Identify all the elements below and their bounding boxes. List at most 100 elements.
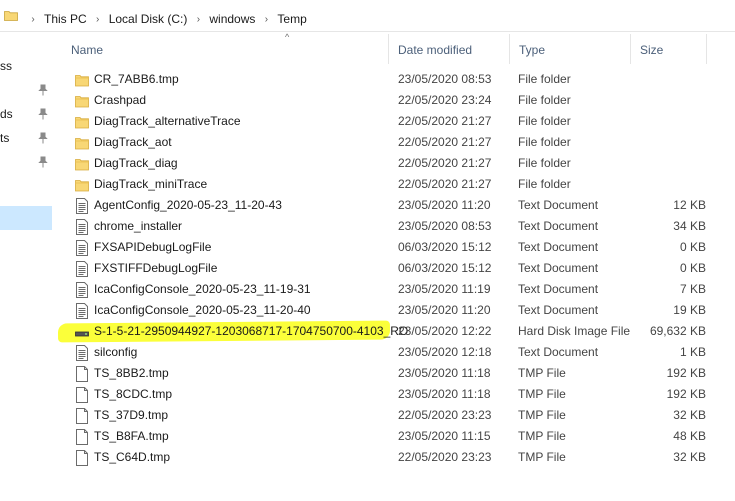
folder-icon xyxy=(75,135,89,151)
file-row[interactable]: CR_7ABB6.tmp 23/05/2020 08:53 File folder xyxy=(62,69,735,90)
breadcrumb-windows[interactable]: windows xyxy=(203,12,261,26)
file-size xyxy=(638,90,706,111)
file-row[interactable]: TS_B8FA.tmp 23/05/2020 11:15 TMP File 48 KB xyxy=(62,426,735,447)
file-size: 48 KB xyxy=(673,429,706,443)
nav-item[interactable]: ts xyxy=(0,131,9,145)
column-header-row: ^ Name Date modified Type Size xyxy=(62,32,735,64)
file-date-modified: 23/05/2020 08:53 xyxy=(398,219,492,233)
file-date-modified: 23/05/2020 11:19 xyxy=(398,282,491,296)
file-date-modified: 23/05/2020 11:20 xyxy=(398,198,491,212)
file-date-modified: 06/03/2020 15:12 xyxy=(398,240,492,254)
file-type: Text Document xyxy=(518,219,599,233)
pin-icon[interactable] xyxy=(38,84,48,96)
blank-file-icon xyxy=(75,366,89,382)
blank-file-icon xyxy=(75,429,89,445)
file-size: 192 KB xyxy=(666,387,706,401)
file-row[interactable]: chrome_installer 23/05/2020 08:53 Text Doc… xyxy=(62,216,735,237)
file-row[interactable]: TS_8CDC.tmp 23/05/2020 11:18 TMP File 192 K… xyxy=(62,384,735,405)
file-type: TMP File xyxy=(518,387,566,401)
file-row[interactable]: FXSAPIDebugLogFile 06/03/2020 15:12 Text D… xyxy=(62,237,735,258)
file-row[interactable]: DiagTrack_aot 22/05/2020 21:27 File folder xyxy=(62,132,735,153)
file-date-modified: 22/05/2020 21:27 xyxy=(398,114,492,128)
file-name: silconfig xyxy=(94,345,138,359)
file-name: DiagTrack_aot xyxy=(94,135,172,149)
file-type: Text Document xyxy=(518,198,599,212)
file-size xyxy=(638,153,706,174)
column-header-size[interactable]: Size xyxy=(631,32,706,64)
column-divider[interactable] xyxy=(706,34,707,64)
file-name: IcaConfigConsole_2020-05-23_11-19-31 xyxy=(94,282,311,296)
file-date-modified: 22/05/2020 21:27 xyxy=(398,156,492,170)
file-row[interactable]: silconfig 23/05/2020 12:18 Text Document 1 … xyxy=(62,342,735,363)
nav-item[interactable]: ds xyxy=(0,107,13,121)
file-row[interactable]: DiagTrack_miniTrace 22/05/2020 21:27 File … xyxy=(62,174,735,195)
file-name: AgentConfig_2020-05-23_11-20-43 xyxy=(94,198,282,212)
file-row[interactable]: FXSTIFFDebugLogFile 06/03/2020 15:12 Text … xyxy=(62,258,735,279)
nav-item-selected[interactable] xyxy=(0,206,52,230)
text-document-icon xyxy=(75,198,89,214)
pin-icon[interactable] xyxy=(38,108,48,120)
file-type: Text Document xyxy=(518,282,599,296)
text-document-icon xyxy=(75,282,89,298)
file-size xyxy=(638,132,706,153)
file-type: File folder xyxy=(518,156,571,170)
folder-icon xyxy=(4,11,18,21)
pin-icon[interactable] xyxy=(38,156,48,168)
address-bar[interactable]: › This PC › Local Disk (C:) › windows › … xyxy=(0,6,735,32)
file-name: Crashpad xyxy=(94,93,147,107)
file-size: 19 KB xyxy=(673,303,706,317)
file-size: 12 KB xyxy=(673,198,706,212)
file-date-modified: 23/05/2020 11:20 xyxy=(398,303,491,317)
file-row[interactable]: TS_37D9.tmp 22/05/2020 23:23 TMP File 32 KB xyxy=(62,405,735,426)
file-row[interactable]: IcaConfigConsole_2020-05-23_11-19-31 23/0… xyxy=(62,279,735,300)
file-date-modified: 22/05/2020 23:24 xyxy=(398,93,492,107)
file-name: FXSAPIDebugLogFile xyxy=(94,240,212,254)
file-name: TS_37D9.tmp xyxy=(94,408,169,422)
file-size xyxy=(638,111,706,132)
file-date-modified: 06/03/2020 15:12 xyxy=(398,261,492,275)
file-date-modified: 23/05/2020 08:53 xyxy=(398,72,492,86)
file-type: File folder xyxy=(518,177,571,191)
column-header-type[interactable]: Type xyxy=(510,32,630,64)
file-name: DiagTrack_miniTrace xyxy=(94,177,208,191)
blank-file-icon xyxy=(75,408,89,424)
file-name: DiagTrack_alternativeTrace xyxy=(94,114,241,128)
nav-item[interactable]: ss xyxy=(0,59,12,73)
file-name: chrome_installer xyxy=(94,219,183,233)
file-type: Text Document xyxy=(518,303,599,317)
file-type: Text Document xyxy=(518,240,599,254)
file-row[interactable]: TS_C64D.tmp 22/05/2020 23:23 TMP File 32 KB xyxy=(62,447,735,468)
file-row[interactable]: IcaConfigConsole_2020-05-23_11-20-40 23/0… xyxy=(62,300,735,321)
file-type: TMP File xyxy=(518,366,566,380)
file-row[interactable]: TS_8BB2.tmp 23/05/2020 11:18 TMP File 192 K… xyxy=(62,363,735,384)
file-type: File folder xyxy=(518,135,571,149)
breadcrumb-temp[interactable]: Temp xyxy=(271,12,312,26)
folder-icon xyxy=(75,177,89,193)
file-date-modified: 23/05/2020 11:18 xyxy=(398,366,491,380)
file-name: TS_8CDC.tmp xyxy=(94,387,173,401)
file-size: 32 KB xyxy=(673,408,706,422)
file-row[interactable]: AgentConfig_2020-05-23_11-20-43 23/05/202… xyxy=(62,195,735,216)
file-row[interactable]: Crashpad 22/05/2020 23:24 File folder xyxy=(62,90,735,111)
file-type: File folder xyxy=(518,93,571,107)
file-type: File folder xyxy=(518,72,571,86)
column-header-name[interactable]: Name xyxy=(62,32,388,64)
file-size: 0 KB xyxy=(679,240,706,254)
chevron-right-icon[interactable]: › xyxy=(28,14,38,25)
blank-file-icon xyxy=(75,387,89,403)
file-list: CR_7ABB6.tmp 23/05/2020 08:53 File folder … xyxy=(57,69,735,468)
chevron-right-icon[interactable]: › xyxy=(93,14,103,25)
breadcrumb-this-pc[interactable]: This PC xyxy=(38,12,93,26)
column-header-date-modified[interactable]: Date modified xyxy=(389,32,509,64)
chevron-right-icon[interactable]: › xyxy=(193,14,203,25)
chevron-right-icon[interactable]: › xyxy=(261,14,271,25)
pin-icon[interactable] xyxy=(38,132,48,144)
file-date-modified: 22/05/2020 21:27 xyxy=(398,135,492,149)
file-row[interactable]: S-1-5-21-2950944927-1203068717-170475070… xyxy=(57,320,735,343)
file-row[interactable]: DiagTrack_alternativeTrace 22/05/2020 21:… xyxy=(62,111,735,132)
file-type: Text Document xyxy=(518,261,599,275)
file-row[interactable]: DiagTrack_diag 22/05/2020 21:27 File folde… xyxy=(62,153,735,174)
file-name: FXSTIFFDebugLogFile xyxy=(94,261,218,275)
text-document-icon xyxy=(75,219,89,235)
breadcrumb-local-disk[interactable]: Local Disk (C:) xyxy=(103,12,194,26)
